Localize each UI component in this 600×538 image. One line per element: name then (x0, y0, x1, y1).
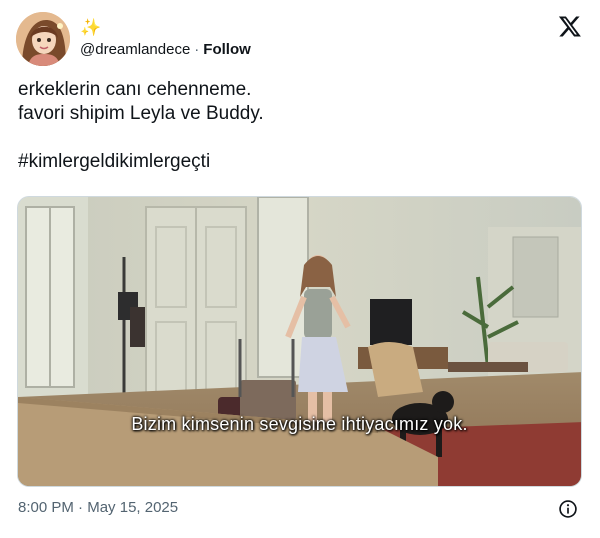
tweet-date: May 15, 2025 (87, 499, 179, 516)
video-subtitle: Bizim kimsenin sevgisine ihtiyacımız yok… (131, 414, 468, 434)
tweet-line: erkeklerin canı cehenneme. (18, 79, 252, 100)
scene-image (18, 197, 581, 486)
avatar[interactable] (16, 12, 70, 66)
tweet-text: erkeklerin canı cehenneme. favori shipim… (18, 78, 578, 174)
x-logo-icon[interactable] (558, 14, 582, 38)
follow-button[interactable]: Follow (203, 41, 251, 58)
tweet-time: 8:00 PM (18, 499, 74, 516)
time-separator: · (78, 499, 84, 516)
tweet-line: favori shipim Leyla ve Buddy. (18, 103, 264, 124)
avatar-illustration (16, 12, 70, 66)
handle-separator: · (194, 41, 200, 58)
timestamp[interactable]: 8:00 PM · May 15, 2025 (18, 499, 178, 516)
user-handle[interactable]: @dreamlandece (80, 41, 190, 58)
video-frame[interactable]: Bizim kimsenin sevgisine ihtiyacımız yok… (17, 196, 582, 487)
tweet-header: ✨ @dreamlandece · Follow (16, 12, 584, 66)
handle-row: @dreamlandece · Follow (80, 40, 251, 60)
display-name[interactable]: ✨ (80, 18, 101, 38)
info-icon[interactable] (558, 499, 578, 519)
tweet-footer: 8:00 PM · May 15, 2025 (18, 498, 582, 520)
hashtag-link[interactable]: #kimlergeldikimlergeçti (18, 150, 578, 174)
